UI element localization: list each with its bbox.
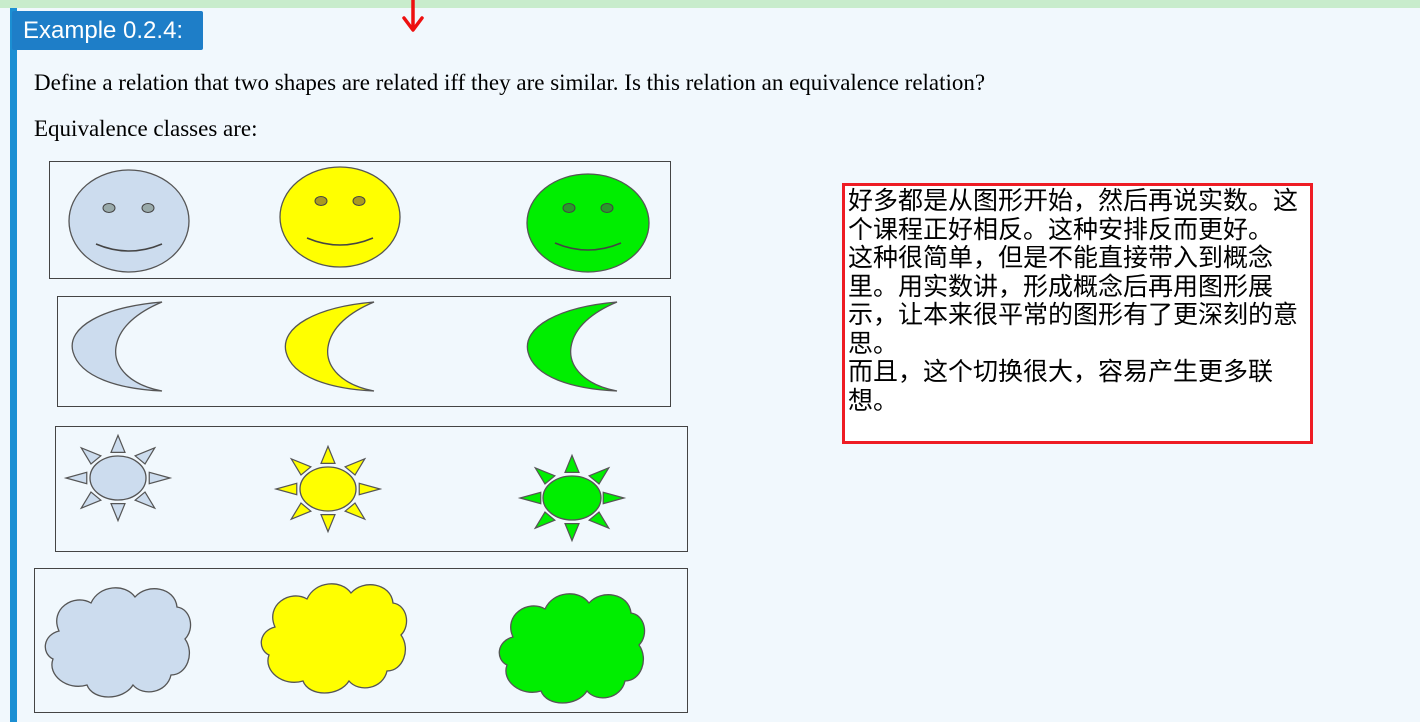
left-accent-bar <box>10 8 17 722</box>
annotation-note: 好多都是从图形开始，然后再说实数。这个课程正好相反。这种安排反而更好。 这种很简… <box>842 183 1313 444</box>
smiley-blue <box>68 169 190 273</box>
question-text: Define a relation that two shapes are re… <box>34 70 986 95</box>
note-paragraph-1: 好多都是从图形开始，然后再说实数。这个课程正好相反。这种安排反而更好。 <box>848 186 1299 244</box>
classes-intro: Equivalence classes are: <box>34 116 258 141</box>
class-box-clouds <box>34 568 688 713</box>
sun-yellow <box>273 444 383 534</box>
moon-blue <box>71 301 163 392</box>
red-arrow-icon <box>402 0 424 32</box>
smiley-green <box>526 173 650 273</box>
note-paragraph-2: 这种很简单，但是不能直接带入到概念里。用实数讲，形成概念后再用图形展示，让本来很… <box>848 243 1299 358</box>
example-tag: Example 0.2.4: <box>12 11 203 50</box>
class-box-suns <box>55 426 688 552</box>
cloud-green <box>498 593 646 704</box>
class-box-moons <box>57 296 671 407</box>
moon-green <box>526 301 618 392</box>
sun-green <box>517 453 627 543</box>
moon-yellow <box>284 301 375 392</box>
cloud-blue <box>44 587 192 698</box>
smiley-yellow <box>279 166 401 268</box>
sun-blue <box>63 433 173 523</box>
cloud-yellow <box>260 583 408 694</box>
top-strip <box>0 0 1420 8</box>
class-box-smileys <box>49 161 671 279</box>
note-paragraph-3: 而且，这个切换很大，容易产生更多联想。 <box>848 357 1274 415</box>
